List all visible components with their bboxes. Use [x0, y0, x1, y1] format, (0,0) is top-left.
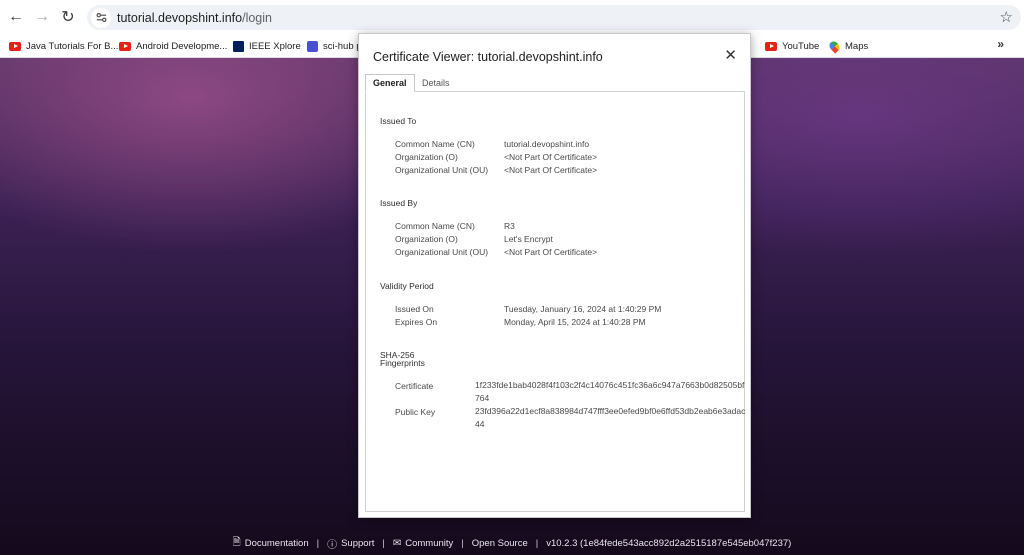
more-bookmarks-icon[interactable]: » [997, 37, 1004, 51]
help-circle-icon: ⓘ [327, 539, 338, 551]
footer-open-source-link[interactable]: Open Source [464, 538, 536, 549]
issued-to-cn-value: tutorial.devopshint.info [504, 139, 590, 149]
bookmark-label: Java Tutorials For B... [26, 40, 119, 52]
document-icon: 🗎 [232, 536, 241, 548]
bookmark-label: IEEE Xplore [249, 40, 301, 52]
scihub-icon [307, 40, 318, 52]
fingerprints-heading-line2: Fingerprints [380, 358, 425, 368]
general-panel: Issued To Common Name (CN) tutorial.devo… [365, 92, 745, 512]
issued-to-o-value: <Not Part Of Certificate> [504, 152, 598, 162]
bookmark-label: sci-hub p [323, 40, 362, 52]
address-bar[interactable]: tutorial.devopshint.info/login ☆ [87, 5, 1021, 30]
footer-community-label: Community [405, 537, 454, 549]
dialog-title: Certificate Viewer: tutorial.devopshint.… [373, 50, 603, 64]
issued-by-ou-value: <Not Part Of Certificate> [504, 247, 598, 257]
certificate-fingerprint-label: Certificate [395, 381, 434, 391]
expires-on-label: Expires On [395, 317, 438, 327]
bookmark-star-icon[interactable]: ☆ [1000, 8, 1013, 26]
bookmark-sci-hub[interactable]: sci-hub p [307, 38, 362, 54]
validity-heading: Validity Period [380, 281, 434, 291]
footer-version[interactable]: v10.2.3 (1e84fede543acc892d2a2515187e545… [538, 538, 799, 549]
issued-to-heading: Issued To [380, 116, 417, 126]
maps-icon [827, 38, 842, 54]
issued-by-cn-label: Common Name (CN) [395, 221, 475, 231]
url-text[interactable]: tutorial.devopshint.info/login [117, 11, 272, 25]
issued-by-cn-value: R3 [504, 221, 515, 231]
reload-icon[interactable]: ↻ [55, 4, 81, 30]
footer-documentation-label: Documentation [244, 537, 309, 549]
footer-open-source-label: Open Source [471, 537, 528, 549]
issued-to-ou-label: Organizational Unit (OU) [395, 165, 489, 175]
bookmark-label: Maps [845, 40, 869, 52]
url-path: /login [242, 10, 272, 25]
expires-on-value: Monday, April 15, 2024 at 1:40:28 PM [504, 317, 646, 327]
forward-arrow-icon[interactable]: → [29, 4, 55, 30]
back-arrow-icon[interactable]: ← [3, 4, 29, 30]
tab-general[interactable]: General [365, 74, 415, 92]
footer-support-label: Support [341, 537, 375, 549]
issued-to-cn-label: Common Name (CN) [395, 139, 475, 149]
youtube-icon [119, 41, 131, 51]
comments-icon: ✉ [392, 537, 402, 549]
bookmark-label: Android Developme... [136, 40, 228, 52]
issued-on-value: Tuesday, January 16, 2024 at 1:40:29 PM [504, 304, 662, 314]
dialog-tabs: General Details [365, 74, 745, 92]
tab-details[interactable]: Details [415, 74, 457, 92]
bookmark-ieee-xplore[interactable]: IEEE Xplore [233, 38, 301, 54]
bookmark-java-tutorials[interactable]: Java Tutorials For B... [9, 38, 118, 54]
issued-by-o-label: Organization (O) [395, 234, 458, 244]
footer-support-link[interactable]: ⓘ Support [319, 536, 382, 551]
issued-by-o-value: Let's Encrypt [504, 234, 553, 244]
public-key-fingerprint-value: 23fd396a22d1ecf8a838984d747fff3ee0efed9b… [475, 406, 746, 429]
bookmark-maps[interactable]: Maps [827, 38, 869, 54]
site-info-icon[interactable] [91, 7, 111, 28]
certificate-fingerprint-value: 1f233fde1bab4028f4f103c2f4c14076c451fc36… [475, 380, 745, 403]
bookmark-android-development[interactable]: Android Developme... [119, 38, 227, 54]
issued-by-heading: Issued By [380, 198, 418, 208]
public-key-fingerprint-label: Public Key [395, 407, 436, 417]
bookmark-label: YouTube [782, 40, 820, 52]
bookmark-youtube[interactable]: YouTube [765, 38, 819, 54]
youtube-icon [765, 41, 777, 51]
issued-to-o-label: Organization (O) [395, 152, 458, 162]
close-icon[interactable]: ✕ [724, 46, 737, 64]
certificate-viewer-dialog: Certificate Viewer: tutorial.devopshint.… [358, 33, 751, 518]
url-host: tutorial.devopshint.info [117, 10, 243, 25]
footer-documentation-link[interactable]: 🗎 Documentation [225, 535, 317, 552]
issued-by-ou-label: Organizational Unit (OU) [395, 247, 489, 257]
issued-on-label: Issued On [395, 304, 434, 314]
browser-toolbar: ← → ↻ tutorial.devopshint.info/login ☆ [0, 0, 1024, 34]
ieee-icon [233, 40, 244, 52]
page-footer: 🗎 Documentation | ⓘ Support | ✉ Communit… [0, 532, 1024, 554]
issued-to-ou-value: <Not Part Of Certificate> [504, 165, 598, 175]
youtube-icon [9, 41, 21, 51]
footer-community-link[interactable]: ✉ Community [385, 538, 461, 549]
footer-version-label: v10.2.3 (1e84fede543acc892d2a2515187e545… [546, 537, 792, 549]
